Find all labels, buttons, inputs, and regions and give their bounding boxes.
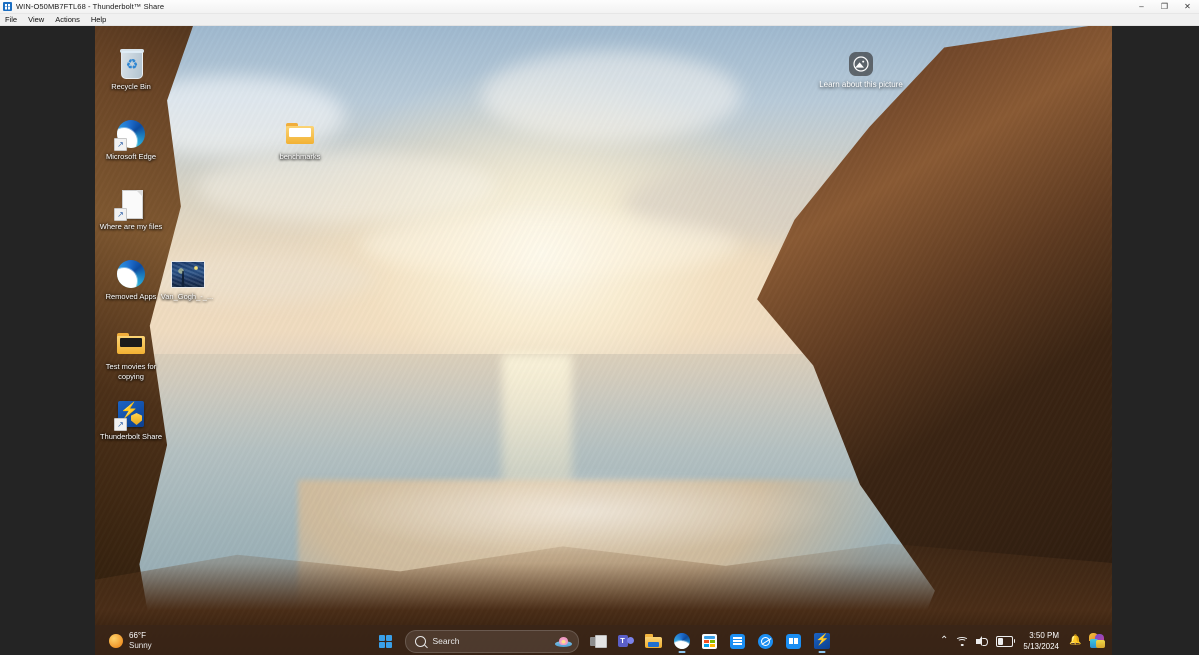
desktop-icon-label: Microsoft Edge (106, 152, 156, 162)
wifi-icon[interactable] (956, 636, 968, 646)
desktop-icon-where-are-my-files[interactable]: ↗ Where are my files (96, 188, 166, 232)
desktop-icon-label: Van_Gogh_-_... (161, 292, 213, 302)
file-explorer-icon (645, 634, 662, 648)
edge-icon (115, 258, 147, 290)
desktop-icon-label: Test movies for copying (97, 362, 165, 381)
desktop-icon-label: Recycle Bin (111, 82, 151, 92)
menu-item-actions[interactable]: Actions (54, 15, 81, 24)
copilot-lotus-icon[interactable] (555, 635, 572, 647)
edge-icon: ↗ (115, 118, 147, 150)
clock[interactable]: 3:50 PM 5/13/2024 (1023, 630, 1059, 652)
desktop-icon-van-gogh[interactable]: Van_Gogh_-_... (152, 258, 222, 302)
battery-icon[interactable] (996, 636, 1013, 647)
show-hidden-icons-button[interactable]: ⌃ (940, 636, 948, 646)
window-controls: – ❐ ✕ (1130, 0, 1199, 13)
taskbar-app-task-view[interactable] (587, 629, 609, 653)
system-tray: ⌃ 3:50 PM 5/13/2024 🔔 (940, 630, 1106, 652)
taskbar: 66°F Sunny Search (95, 625, 1112, 655)
taskbar-center-group: Search T (375, 629, 833, 653)
remote-session-area[interactable]: Recycle Bin ↗ Microsoft Edge ↗ Where are… (0, 26, 1199, 655)
desktop-icon-label: Thunderbolt Share (100, 432, 162, 442)
speaker-icon[interactable] (976, 636, 988, 646)
window-title: WIN-O50MB7FTL68 - Thunderbolt™ Share (16, 2, 164, 11)
taskbar-app-media[interactable] (783, 629, 805, 653)
menu-item-help[interactable]: Help (90, 15, 107, 24)
desktop-icon-benchmarks[interactable]: benchmarks (265, 118, 335, 162)
taskbar-app-microsoft-store[interactable] (699, 629, 721, 653)
folder-dark-icon (115, 328, 147, 360)
recycle-bin-icon (115, 48, 147, 80)
desktop-icon-label: Where are my files (100, 222, 163, 232)
clock-time: 3:50 PM (1029, 630, 1059, 641)
color-app-icon[interactable] (1089, 633, 1106, 649)
desktop-wallpaper (95, 26, 1112, 655)
taskbar-app-microsoft-edge[interactable] (671, 629, 693, 653)
desktop-icon-label: Removed Apps (106, 292, 157, 302)
sun-icon (109, 634, 123, 648)
shortcut-arrow-icon: ↗ (114, 138, 127, 151)
search-icon (415, 636, 426, 647)
close-button[interactable]: ✕ (1176, 0, 1199, 13)
store-icon (702, 634, 717, 649)
taskbar-app-benchmark[interactable] (727, 629, 749, 653)
document-icon: ↗ (115, 188, 147, 220)
notification-bell-icon[interactable]: 🔔 (1069, 635, 1081, 647)
taskbar-app-file-explorer[interactable] (643, 629, 665, 653)
minimize-button[interactable]: – (1130, 0, 1153, 13)
teams-icon: T (618, 634, 634, 648)
clock-date: 5/13/2024 (1023, 641, 1059, 652)
thunderbolt-share-icon (3, 2, 12, 11)
title-bar: WIN-O50MB7FTL68 - Thunderbolt™ Share – ❐… (0, 0, 1199, 14)
image-thumbnail-icon (171, 258, 203, 290)
task-view-icon (590, 635, 605, 648)
benchmark-icon (730, 634, 745, 649)
desktop-icon-microsoft-edge[interactable]: ↗ Microsoft Edge (96, 118, 166, 162)
media-icon (786, 634, 801, 649)
remote-desktop[interactable]: Recycle Bin ↗ Microsoft Edge ↗ Where are… (95, 26, 1112, 655)
weather-temperature: 66°F (129, 631, 152, 641)
picture-mountain-icon (849, 52, 873, 76)
menu-bar: File View Actions Help (0, 14, 1199, 26)
shortcut-arrow-icon: ↗ (114, 418, 127, 431)
desktop-icon-thunderbolt-share[interactable]: ↗ Thunderbolt Share (96, 398, 166, 442)
taskbar-app-globe[interactable] (755, 629, 777, 653)
menu-item-file[interactable]: File (4, 15, 18, 24)
globe-icon (758, 634, 773, 649)
weather-condition: Sunny (129, 641, 152, 651)
search-input[interactable]: Search (405, 630, 579, 653)
desktop-icon-label: benchmarks (280, 152, 321, 162)
shortcut-arrow-icon: ↗ (114, 208, 127, 221)
thunderbolt-share-icon: ↗ (115, 398, 147, 430)
folder-icon (284, 118, 316, 150)
thunderbolt-share-icon (814, 633, 830, 649)
learn-about-this-picture-label: Learn about this picture (819, 80, 903, 91)
start-button[interactable] (375, 629, 397, 653)
edge-icon (674, 633, 690, 649)
weather-widget[interactable]: 66°F Sunny (109, 631, 152, 651)
desktop-icon-recycle-bin[interactable]: Recycle Bin (96, 48, 166, 92)
taskbar-app-microsoft-teams[interactable]: T (615, 629, 637, 653)
thunderbolt-share-window: WIN-O50MB7FTL68 - Thunderbolt™ Share – ❐… (0, 0, 1199, 655)
search-placeholder: Search (433, 636, 548, 646)
desktop-icon-test-movies[interactable]: Test movies for copying (96, 328, 166, 381)
menu-item-view[interactable]: View (27, 15, 45, 24)
windows-logo-icon (379, 635, 392, 648)
taskbar-app-thunderbolt-share[interactable] (811, 629, 833, 653)
maximize-button[interactable]: ❐ (1153, 0, 1176, 13)
learn-about-this-picture[interactable]: Learn about this picture (818, 52, 904, 91)
